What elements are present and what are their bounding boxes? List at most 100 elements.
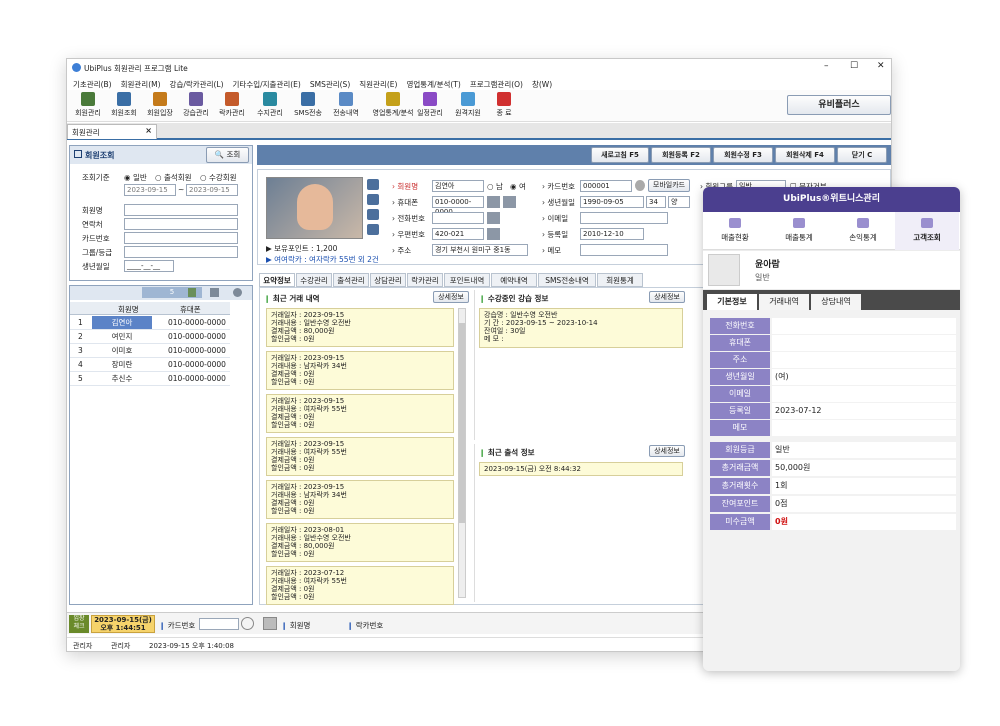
brand-button[interactable]: 유비플러스 <box>787 95 891 115</box>
transaction-card[interactable]: 거래일자 : 2023-09-15 거래내용 : 여자락카 55번 결제금액 : 0… <box>266 437 454 476</box>
col-name[interactable]: 회원명 <box>118 304 139 315</box>
close-icon[interactable]: × <box>145 126 152 135</box>
menu-item-5[interactable]: 직원관리(E) <box>359 80 397 89</box>
menu-item-6[interactable]: 영업통계/분석(T) <box>406 80 460 89</box>
maximize-button[interactable]: ☐ <box>850 61 858 71</box>
mobile-nav-2[interactable]: 손익통계 <box>831 212 895 250</box>
gender-male[interactable]: ○ 남 <box>487 181 503 192</box>
print-icon[interactable] <box>210 288 219 297</box>
detail-tab-7[interactable]: SMS전송내역 <box>538 273 596 287</box>
table-row[interactable]: 2 여민지 010-0000-0000 <box>70 330 230 344</box>
detail-tab-6[interactable]: 예약내역 <box>491 273 537 287</box>
action-button-1[interactable]: 회원등록 F2 <box>651 147 711 163</box>
excel-icon[interactable] <box>188 288 196 297</box>
mobile-tab-1[interactable]: 거래내역 <box>759 294 809 310</box>
scrollbar-thumb[interactable] <box>459 323 465 523</box>
bottom-card-field[interactable] <box>199 618 239 630</box>
mobile-nav-3[interactable]: 고객조회 <box>895 212 959 250</box>
radio-attend[interactable]: ○ 출석회원 <box>155 172 192 183</box>
date-from[interactable]: 2023-09-15 <box>124 184 176 196</box>
transaction-card[interactable]: 거래일자 : 2023-09-15 거래내용 : 여자락카 55번 결제금액 : 0… <box>266 394 454 433</box>
menu-item-3[interactable]: 기타수입/지출관리(E) <box>233 80 301 89</box>
search-field-2[interactable] <box>124 232 238 244</box>
toolbar-btn-11[interactable]: 종 료 <box>487 92 521 118</box>
menu-item-8[interactable]: 창(W) <box>532 80 552 89</box>
bottom-zoom-icon[interactable] <box>263 617 277 630</box>
toolbar-btn-10[interactable]: 원격지원 <box>451 92 485 118</box>
card-field[interactable]: 000001 <box>580 180 632 192</box>
table-row[interactable]: 5 추신수 010-0000-0000 <box>70 372 230 386</box>
search-button[interactable]: 🔍 조회 <box>206 147 249 163</box>
scrollbar[interactable] <box>458 308 466 598</box>
tel-icon[interactable] <box>487 212 500 224</box>
action-button-3[interactable]: 회원삭제 F4 <box>775 147 835 163</box>
toolbar-btn-1[interactable]: 회원조회 <box>107 92 141 118</box>
save-icon[interactable] <box>367 224 379 235</box>
sms-icon[interactable] <box>503 196 516 208</box>
menu-item-1[interactable]: 회원관리(M) <box>121 80 161 89</box>
camera-icon[interactable] <box>367 179 379 190</box>
date-to[interactable]: 2023-09-15 <box>186 184 238 196</box>
detail-tab-2[interactable]: 출석관리 <box>333 273 369 287</box>
entry-check-badge[interactable]: 입장 체크 <box>69 615 89 633</box>
phone-icon[interactable] <box>487 196 500 208</box>
gender-female[interactable]: ◉ 여 <box>510 181 526 192</box>
zoom-icon[interactable] <box>367 209 379 220</box>
search-field-3[interactable] <box>124 246 238 258</box>
close-button[interactable]: ✕ <box>877 61 885 71</box>
memo-field[interactable] <box>580 244 668 256</box>
name-field[interactable]: 김연아 <box>432 180 484 192</box>
zip-search-icon[interactable] <box>487 228 500 240</box>
doc-tab-member[interactable]: 회원관리 × <box>67 124 157 139</box>
toolbar-btn-7[interactable]: 전송내역 <box>329 92 363 118</box>
detail-tab-4[interactable]: 락카관리 <box>407 273 443 287</box>
table-row[interactable]: 4 장미란 010-0000-0000 <box>70 358 230 372</box>
action-button-2[interactable]: 회원수정 F3 <box>713 147 773 163</box>
col-phone[interactable]: 휴대폰 <box>180 304 201 315</box>
bottom-search-icon[interactable] <box>241 617 254 630</box>
transaction-card[interactable]: 거래일자 : 2023-07-12 거래내용 : 여자락카 55번 결제금액 : 0… <box>266 566 454 605</box>
table-row[interactable]: 3 이미호 010-0000-0000 <box>70 344 230 358</box>
toolbar-btn-4[interactable]: 락카관리 <box>215 92 249 118</box>
search-field-4[interactable]: ____-__-__ <box>124 260 174 272</box>
search-field-1[interactable] <box>124 218 238 230</box>
menu-item-7[interactable]: 프로그램관리(O) <box>470 80 523 89</box>
radio-course[interactable]: ○ 수강회원 <box>200 172 237 183</box>
transaction-card[interactable]: 거래일자 : 2023-08-01 거래내용 : 일반수영 오전반 결제금액 : 8… <box>266 523 454 562</box>
toolbar-btn-9[interactable]: 일정관리 <box>413 92 447 118</box>
birth-field[interactable]: 1990-09-05 <box>580 196 644 208</box>
lunar-select[interactable]: 양 <box>668 196 690 208</box>
menu-item-4[interactable]: SMS관리(S) <box>310 80 350 89</box>
reg-field[interactable]: 2010-12-10 <box>580 228 644 240</box>
search-field-0[interactable] <box>124 204 238 216</box>
trash-icon[interactable] <box>367 194 379 205</box>
mobile-nav-1[interactable]: 매출통계 <box>767 212 831 250</box>
mobile-card-button[interactable]: 모바일카드 <box>648 179 690 192</box>
toolbar-btn-6[interactable]: SMS전송 <box>291 92 325 118</box>
toolbar-btn-3[interactable]: 강습관리 <box>179 92 213 118</box>
toolbar-btn-5[interactable]: 수지관리 <box>253 92 287 118</box>
card-settings-icon[interactable] <box>635 180 645 191</box>
action-button-0[interactable]: 새로고침 F5 <box>591 147 649 163</box>
minimize-button[interactable]: – <box>824 61 829 71</box>
menu-item-0[interactable]: 기초관리(B) <box>73 80 112 89</box>
radio-general[interactable]: ◉ 일반 <box>124 172 147 183</box>
mobile-nav-0[interactable]: 매출현황 <box>703 212 767 250</box>
toolbar-btn-8[interactable]: 영업통계/분석 <box>371 92 415 118</box>
addr-field[interactable]: 경기 부천시 원미구 중1동 <box>432 244 528 256</box>
detail-tab-5[interactable]: 포인트내역 <box>444 273 490 287</box>
table-row[interactable]: 1 김연아 010-0000-0000 <box>70 316 230 330</box>
detail-tab-8[interactable]: 회원통계 <box>597 273 643 287</box>
tel-field[interactable] <box>432 212 484 224</box>
course-detail-button[interactable]: 상세정보 <box>649 291 685 303</box>
mobile-tab-2[interactable]: 상담내역 <box>811 294 861 310</box>
attend-detail-button[interactable]: 상세정보 <box>649 445 685 457</box>
recent-detail-button[interactable]: 상세정보 <box>433 291 469 303</box>
email-field[interactable] <box>580 212 668 224</box>
toolbar-btn-2[interactable]: 회원입장 <box>143 92 177 118</box>
mobile-tab-0[interactable]: 기본정보 <box>707 294 757 310</box>
detail-tab-3[interactable]: 상담관리 <box>370 273 406 287</box>
transaction-card[interactable]: 거래일자 : 2023-09-15 거래내용 : 일반수영 오전반 결제금액 : 8… <box>266 308 454 347</box>
detail-tab-1[interactable]: 수강관리 <box>296 273 332 287</box>
phone-field[interactable]: 010-0000-0000 <box>432 196 484 216</box>
